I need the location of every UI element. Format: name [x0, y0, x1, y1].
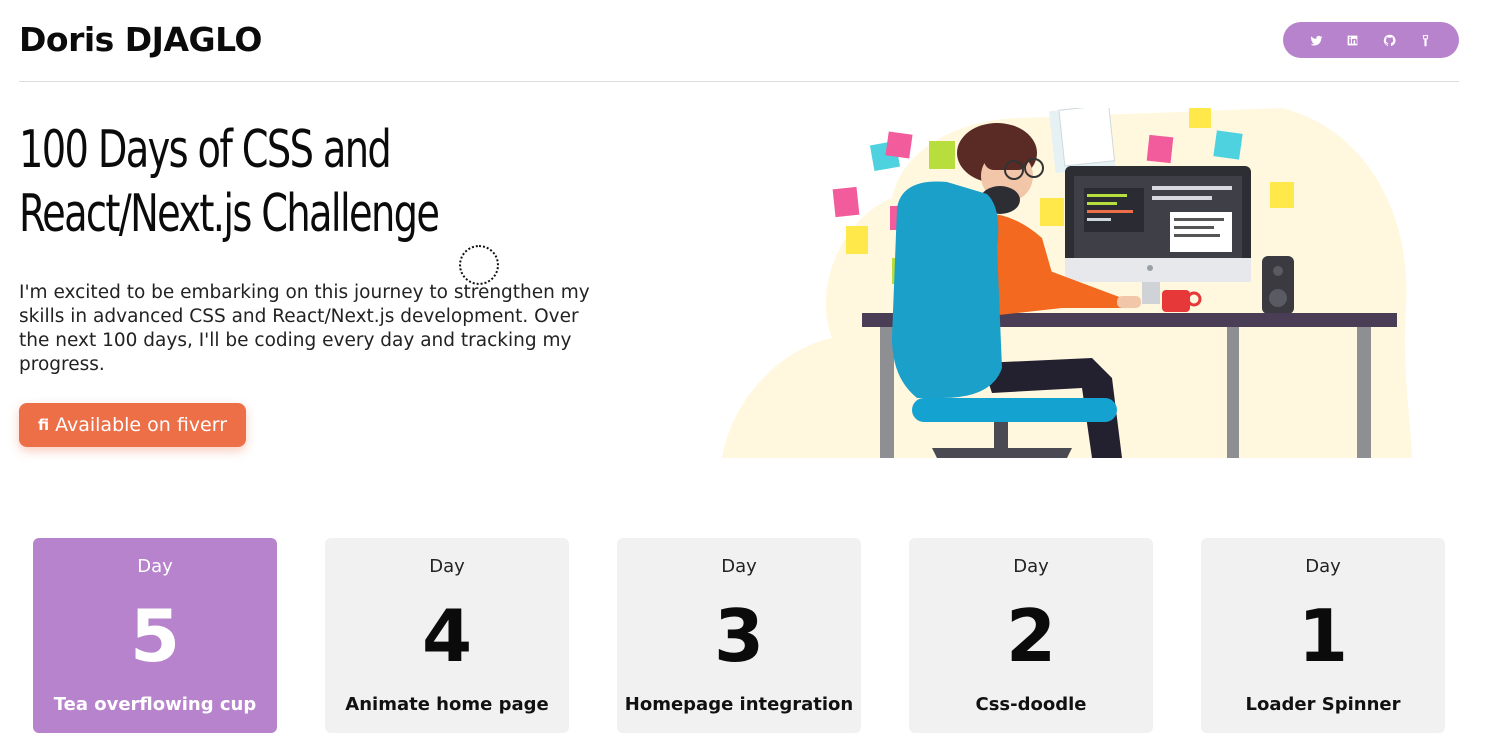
day-card-4[interactable]: Day 4 Animate home page [325, 538, 569, 733]
developer-illustration [722, 108, 1412, 458]
day-number: 3 [713, 594, 765, 678]
hero-title: 100 Days of CSS and React/Next.js Challe… [19, 118, 478, 246]
social-links [1283, 22, 1459, 58]
day-title: Animate home page [345, 694, 549, 715]
twitter-icon[interactable] [1305, 29, 1327, 51]
day-number: 4 [421, 594, 473, 678]
cursor-ring [459, 245, 499, 285]
hero-description: I'm excited to be embarking on this jour… [19, 282, 590, 375]
day-label: Day [721, 556, 757, 577]
hero-title-line-2: React/Next.js Challenge [19, 184, 440, 244]
day-number: 2 [1005, 594, 1057, 678]
site-header: Doris DJAGLO [19, 0, 1459, 82]
day-label: Day [429, 556, 465, 577]
hero-title-line-1: 100 Days of CSS and [19, 120, 392, 180]
brand-name[interactable]: Doris DJAGLO [19, 20, 262, 59]
day-card-5[interactable]: Day 5 Tea overflowing cup [33, 538, 277, 733]
day-label: Day [1305, 556, 1341, 577]
day-card-3[interactable]: Day 3 Homepage integration [617, 538, 861, 733]
day-label: Day [137, 556, 173, 577]
day-label: Day [1013, 556, 1049, 577]
day-cards: Day 5 Tea overflowing cup Day 4 Animate … [33, 538, 1445, 738]
day-card-1[interactable]: Day 1 Loader Spinner [1201, 538, 1445, 733]
day-title: Homepage integration [624, 694, 854, 715]
codepen-icon[interactable] [1415, 29, 1437, 51]
fiverr-button-label: Available on fiverr [55, 414, 228, 436]
github-icon[interactable] [1378, 29, 1400, 51]
day-title: Tea overflowing cup [53, 694, 257, 715]
linkedin-icon[interactable] [1342, 29, 1364, 51]
day-number: 1 [1297, 594, 1349, 678]
day-card-2[interactable]: Day 2 Css-doodle [909, 538, 1153, 733]
day-number: 5 [129, 594, 181, 678]
day-title: Css-doodle [975, 694, 1087, 715]
day-title: Loader Spinner [1245, 694, 1401, 715]
fiverr-button[interactable]: fi Available on fiverr [19, 403, 246, 447]
fiverr-icon: fi [37, 416, 50, 434]
